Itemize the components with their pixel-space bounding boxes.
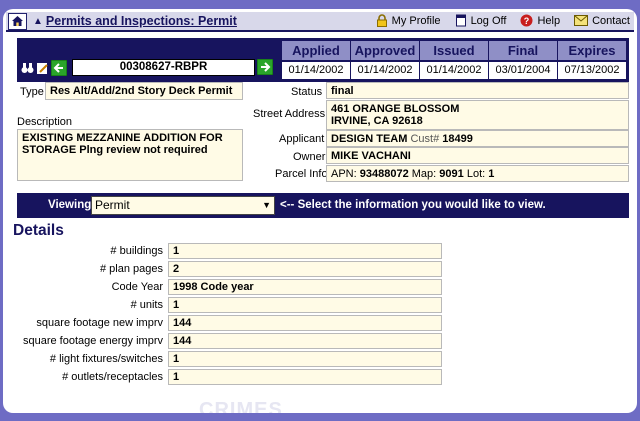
owner-label: Owner xyxy=(293,151,326,163)
detail-label-plan-pages: # plan pages xyxy=(100,263,163,275)
applicant-label: Applicant xyxy=(279,133,325,145)
viewing-hint: <-- Select the information you would lik… xyxy=(280,199,546,211)
envelope-icon xyxy=(574,15,589,26)
status-value: final xyxy=(326,82,629,99)
applicant-value: DESIGN TEAM Cust# 18499 xyxy=(326,130,629,147)
date-applied-label: Applied xyxy=(282,41,350,60)
detail-value-light-fixtures: 1 xyxy=(168,351,442,367)
main-frame: ▲ Permits and Inspections: Permit My Pro… xyxy=(3,9,637,413)
detail-value-outlets: 1 xyxy=(168,369,442,385)
applicant-name: DESIGN TEAM xyxy=(331,133,408,145)
applicant-cust-label: Cust# xyxy=(410,133,440,145)
permit-dates: Applied 01/14/2002 Approved 01/14/2002 I… xyxy=(282,41,627,79)
detail-label-light-fixtures: # light fixtures/switches xyxy=(49,353,163,365)
date-applied-value: 01/14/2002 xyxy=(282,62,350,79)
parcel-info-label: Parcel Info xyxy=(275,168,328,180)
date-issued-label: Issued xyxy=(420,41,488,60)
street-address-label: Street Address xyxy=(253,108,326,120)
permit-tools xyxy=(21,60,69,76)
status-label: Status xyxy=(291,86,323,98)
detail-value-code-year: 1998 Code year xyxy=(168,279,442,295)
viewing-bar: Viewing Permit ▼ <-- Select the informat… xyxy=(17,193,629,218)
detail-value-buildings: 1 xyxy=(168,243,442,259)
map-value: 9091 xyxy=(439,168,464,180)
type-label: Type xyxy=(20,86,44,98)
date-final-label: Final xyxy=(489,41,557,60)
date-approved: Approved 01/14/2002 xyxy=(351,41,419,79)
viewing-select[interactable]: Permit ▼ xyxy=(91,196,275,215)
page-title-link[interactable]: Permits and Inspections: Permit xyxy=(46,14,237,28)
apn-value: 93488072 xyxy=(359,168,409,180)
detail-label-units: # units xyxy=(130,299,163,311)
date-final: Final 03/01/2004 xyxy=(489,41,557,79)
detail-value-sqft-energy: 144 xyxy=(168,333,442,349)
detail-label-buildings: # buildings xyxy=(110,245,163,257)
type-value: Res Alt/Add/2nd Story Deck Permit xyxy=(45,82,243,100)
date-expires: Expires 07/13/2002 xyxy=(558,41,626,79)
viewing-selected-value: Permit xyxy=(95,198,130,212)
date-issued-value: 01/14/2002 xyxy=(420,62,488,79)
viewing-label: Viewing xyxy=(48,199,92,211)
applicant-cust-number: 18499 xyxy=(442,133,473,145)
top-nav-bar: ▲ Permits and Inspections: Permit My Pro… xyxy=(6,12,634,32)
date-expires-label: Expires xyxy=(558,41,626,60)
details-heading: Details xyxy=(13,222,64,239)
date-approved-value: 01/14/2002 xyxy=(351,62,419,79)
apn-label: APN: xyxy=(331,168,357,180)
log-off-label: Log Off xyxy=(470,14,507,27)
chevron-down-icon[interactable]: ▼ xyxy=(262,197,271,214)
contact-label: Contact xyxy=(592,14,630,27)
permit-header: 00308627-RBPR Applied 01/14/2002 Approve… xyxy=(17,38,629,82)
detail-label-sqft-energy: square footage energy imprv xyxy=(22,335,163,347)
home-button[interactable] xyxy=(8,12,27,30)
detail-label-sqft-new: square footage new imprv xyxy=(36,317,163,329)
my-profile-label: My Profile xyxy=(391,14,441,27)
lot-value: 1 xyxy=(488,168,495,180)
help-link[interactable]: ? Help xyxy=(520,14,560,27)
help-label: Help xyxy=(537,14,561,27)
owner-value: MIKE VACHANI xyxy=(326,147,629,164)
date-final-value: 03/01/2004 xyxy=(489,62,557,79)
address-line-1: 461 ORANGE BLOSSOM xyxy=(331,103,460,115)
detail-value-plan-pages: 2 xyxy=(168,261,442,277)
lock-icon xyxy=(376,14,388,27)
contact-link[interactable]: Contact xyxy=(574,14,630,27)
nav-links: My Profile Log Off ? Help Contact xyxy=(362,14,630,27)
watermark: CRIMES xyxy=(199,399,283,413)
date-expires-value: 07/13/2002 xyxy=(558,62,626,79)
svg-text:?: ? xyxy=(524,16,530,26)
binoculars-icon[interactable] xyxy=(21,62,34,74)
next-arrow-icon[interactable] xyxy=(257,59,273,75)
detail-value-sqft-new: 144 xyxy=(168,315,442,331)
lot-label: Lot: xyxy=(466,168,486,180)
date-issued: Issued 01/14/2002 xyxy=(420,41,488,79)
permit-number: 00308627-RBPR xyxy=(72,59,255,76)
detail-label-code-year: Code Year xyxy=(111,281,163,293)
my-profile-link[interactable]: My Profile xyxy=(376,14,441,27)
street-address-value: 461 ORANGE BLOSSOM IRVINE, CA 92618 xyxy=(326,100,629,130)
parcel-info-value: APN: 93488072 Map: 9091 Lot: 1 xyxy=(326,165,629,182)
address-line-2: IRVINE, CA 92618 xyxy=(331,115,423,127)
detail-value-units: 1 xyxy=(168,297,442,313)
map-label: Map: xyxy=(411,168,437,180)
document-icon xyxy=(455,14,467,27)
detail-label-outlets: # outlets/receptacles xyxy=(62,371,163,383)
description-label: Description xyxy=(17,116,73,128)
date-approved-label: Approved xyxy=(351,41,419,60)
help-icon: ? xyxy=(520,14,533,27)
description-value: EXISTING MEZZANINE ADDITION FOR STORAGE … xyxy=(17,129,243,181)
edit-note-icon[interactable] xyxy=(36,62,49,75)
log-off-link[interactable]: Log Off xyxy=(455,14,507,27)
collapse-arrow-icon[interactable]: ▲ xyxy=(33,16,43,27)
previous-arrow-icon[interactable] xyxy=(51,60,67,76)
home-icon xyxy=(12,16,23,26)
date-applied: Applied 01/14/2002 xyxy=(282,41,350,79)
